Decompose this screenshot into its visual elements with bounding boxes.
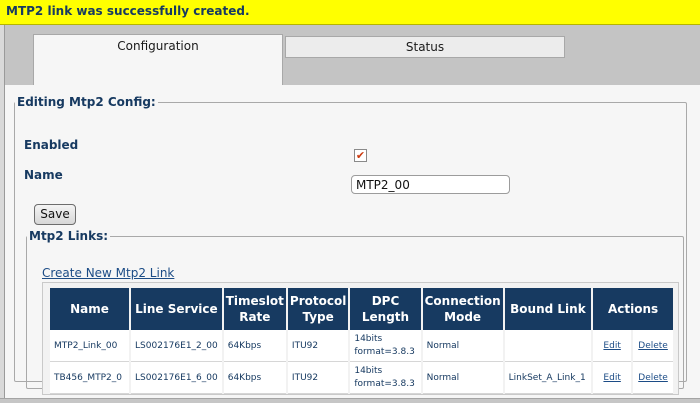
- delete-link[interactable]: Delete: [633, 330, 673, 362]
- cell-timeslot-rate: 64Kbps: [223, 362, 286, 394]
- header-timeslot-rate: Timeslot Rate: [223, 288, 286, 330]
- cell-dpc-length: 14bits format=3.8.3: [350, 330, 421, 362]
- header-name: Name: [50, 288, 130, 330]
- delete-link[interactable]: Delete: [633, 362, 673, 394]
- cell-dpc-length: 14bits format=3.8.3: [350, 362, 421, 394]
- alert-message: MTP2 link was successfully created.: [6, 4, 250, 18]
- cell-bound-link: [504, 330, 592, 362]
- create-new-mtp2-link[interactable]: Create New Mtp2 Link: [42, 266, 174, 280]
- dpc-format: format=3.8.3: [354, 346, 415, 357]
- edit-link[interactable]: Edit: [593, 362, 632, 394]
- table-row: TB456_MTP2_0 LS002176E1_6_00 64Kbps ITU9…: [50, 362, 673, 394]
- cell-name: MTP2_Link_00: [50, 330, 130, 362]
- cell-protocol-type: ITU92: [287, 330, 349, 362]
- dpc-bits: 14bits: [354, 365, 383, 376]
- enabled-label: Enabled: [24, 138, 79, 152]
- cell-bound-link: LinkSet_A_Link_1: [504, 362, 592, 394]
- links-table: Name Line Service Timeslot Rate Protocol…: [48, 288, 675, 394]
- cell-name: TB456_MTP2_0: [50, 362, 130, 394]
- cell-line-service: LS002176E1_2_00: [131, 330, 222, 362]
- edit-link[interactable]: Edit: [593, 330, 632, 362]
- header-dpc-length: DPC Length: [350, 288, 421, 330]
- tab-status-label: Status: [405, 40, 445, 54]
- header-bound-link: Bound Link: [504, 288, 592, 330]
- mtp2-links-fieldset: Mtp2 Links: Create New Mtp2 Link Name Li…: [26, 229, 684, 395]
- cell-connection-mode: Normal: [422, 362, 503, 394]
- tab-bar: Configuration Status: [4, 25, 700, 86]
- enabled-checkbox[interactable]: ✔: [354, 149, 367, 162]
- save-button[interactable]: Save: [34, 204, 76, 225]
- header-actions: Actions: [593, 288, 673, 330]
- name-input[interactable]: [351, 175, 510, 194]
- configuration-panel: Editing Mtp2 Config: Enabled ✔ Name Save…: [4, 85, 700, 398]
- name-label: Name: [24, 168, 63, 182]
- cell-connection-mode: Normal: [422, 330, 503, 362]
- mtp2-links-legend: Mtp2 Links:: [29, 229, 109, 243]
- links-table-container: Name Line Service Timeslot Rate Protocol…: [42, 282, 679, 395]
- dpc-bits: 14bits: [354, 333, 383, 344]
- header-line-service: Line Service: [131, 288, 222, 330]
- tab-status[interactable]: Status: [285, 36, 565, 58]
- header-protocol-type: Protocol Type: [287, 288, 349, 330]
- header-connection-mode: Connection Mode: [422, 288, 503, 330]
- table-row: MTP2_Link_00 LS002176E1_2_00 64Kbps ITU9…: [50, 330, 673, 362]
- success-alert: MTP2 link was successfully created.: [0, 0, 700, 25]
- edit-config-legend: Editing Mtp2 Config:: [17, 95, 156, 109]
- dpc-format: format=3.8.3: [354, 378, 415, 389]
- tab-configuration-label: Configuration: [117, 39, 199, 53]
- edit-config-fieldset: Editing Mtp2 Config: Enabled ✔ Name Save…: [14, 95, 687, 395]
- cell-timeslot-rate: 64Kbps: [223, 330, 286, 362]
- table-header-row: Name Line Service Timeslot Rate Protocol…: [50, 288, 673, 330]
- cell-protocol-type: ITU92: [287, 362, 349, 394]
- cell-line-service: LS002176E1_6_00: [131, 362, 222, 394]
- bottom-bar: [0, 398, 700, 403]
- checkmark-icon: ✔: [355, 149, 366, 162]
- tab-configuration[interactable]: Configuration: [33, 34, 283, 86]
